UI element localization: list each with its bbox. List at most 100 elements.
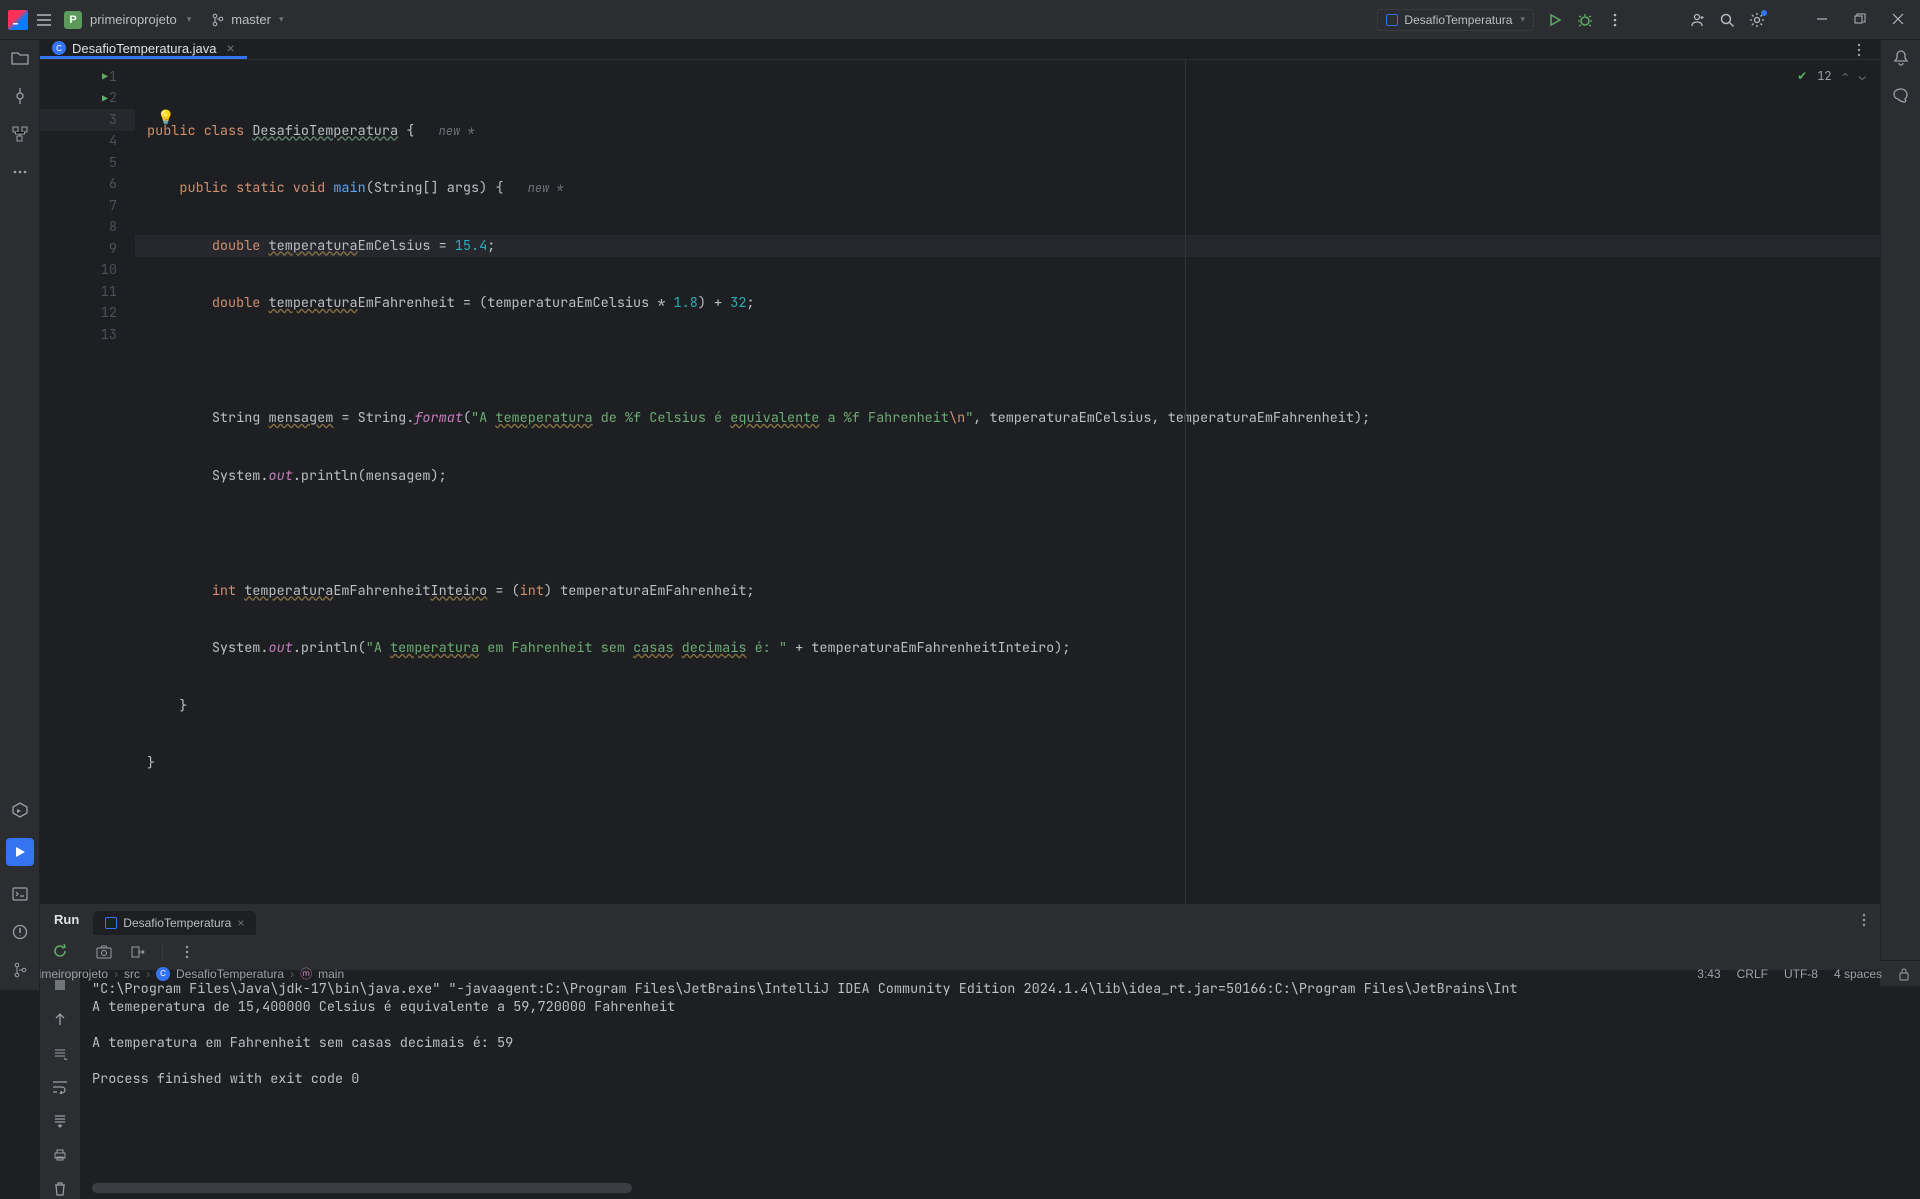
output-line: A temeperatura de 15,400000 Celsius é eq… <box>92 998 675 1016</box>
trash-icon[interactable] <box>50 1179 70 1199</box>
bulb-icon[interactable]: 💡 <box>157 109 174 127</box>
up-arrow-icon[interactable] <box>50 1009 70 1029</box>
left-lower-toolbar <box>0 790 40 990</box>
branch-icon <box>211 13 225 27</box>
titlebar-right: DesafioTemperatura ▾ <box>1377 9 1912 31</box>
right-toolbar <box>1880 40 1920 960</box>
chevron-down-icon: ▾ <box>279 14 284 25</box>
structure-tool-icon[interactable] <box>10 124 30 144</box>
code-line: int temperaturaEmFahrenheitInteiro = (in… <box>135 580 1880 602</box>
horizontal-scrollbar[interactable] <box>92 1183 632 1193</box>
more-icon[interactable] <box>177 942 197 962</box>
run-output[interactable]: "C:\Program Files\Java\jdk-17\bin\java.e… <box>80 970 1880 1199</box>
code-line: double temperaturaEmCelsius = 15.4; <box>135 235 1880 257</box>
run-actions <box>80 935 1880 970</box>
run-tab-name: DesafioTemperatura <box>123 916 231 930</box>
run-config-selector[interactable]: DesafioTemperatura ▾ <box>1377 9 1534 31</box>
line-number: 6 <box>109 175 117 193</box>
run-config-icon <box>1386 14 1398 26</box>
editor-tab[interactable]: C DesafioTemperatura.java × <box>40 40 247 59</box>
code-with-me-icon[interactable] <box>1688 11 1706 29</box>
ide-logo-icon[interactable] <box>8 10 28 30</box>
services-icon[interactable] <box>10 800 30 820</box>
run-button[interactable] <box>1546 11 1564 29</box>
code-line: } <box>135 753 1880 775</box>
line-number: 1 <box>109 68 117 86</box>
settings-icon[interactable] <box>1748 11 1766 29</box>
code-line <box>135 810 1880 832</box>
gutter[interactable]: ▶1 ▶2 3 4 5 6 7 8 9 10 11 12 13 <box>40 60 135 904</box>
wrap-icon[interactable] <box>50 1077 70 1097</box>
output-line: Process finished with exit code 0 <box>92 1070 359 1088</box>
run-body: Run DesafioTemperatura × <box>40 905 1880 1199</box>
line-number: 12 <box>101 304 117 322</box>
line-number: 13 <box>101 326 117 344</box>
project-name[interactable]: primeiroprojeto <box>90 12 177 27</box>
code-line: public class DesafioTemperatura { new * <box>135 120 1880 142</box>
close-button[interactable] <box>1892 13 1906 27</box>
camera-icon[interactable] <box>94 942 114 962</box>
body-area: C DesafioTemperatura.java × ▶1 ▶2 3 4 5 … <box>0 40 1920 960</box>
print-icon[interactable] <box>50 1145 70 1165</box>
output-line: "C:\Program Files\Java\jdk-17\bin\java.e… <box>92 980 1518 998</box>
terminal-icon[interactable] <box>10 884 30 904</box>
code-editor[interactable]: ▶1 ▶2 3 4 5 6 7 8 9 10 11 12 13 💡 public… <box>40 60 1880 904</box>
commit-tool-icon[interactable] <box>10 86 30 106</box>
run-tab-more[interactable] <box>1848 905 1880 935</box>
tab-more-icon[interactable] <box>1850 41 1868 59</box>
code-line <box>135 350 1880 372</box>
line-number: 2 <box>109 89 117 107</box>
search-everywhere-icon[interactable] <box>1718 11 1736 29</box>
inspection-widget[interactable]: ✔ 12 ⌃ ⌄ <box>1797 68 1866 84</box>
chevron-down-icon[interactable]: ▾ <box>187 14 192 25</box>
tab-filename: DesafioTemperatura.java <box>72 41 217 56</box>
right-margin-line <box>1185 60 1186 904</box>
branch-name: master <box>231 12 271 27</box>
run-tool-title[interactable]: Run <box>40 905 93 935</box>
run-tab[interactable]: DesafioTemperatura × <box>93 911 256 935</box>
output-line: A temperatura em Fahrenheit sem casas de… <box>92 1034 513 1052</box>
run-tool-icon[interactable] <box>6 838 34 866</box>
line-number: 7 <box>109 197 117 215</box>
code-line: public static void main(String[] args) {… <box>135 178 1880 200</box>
titlebar: P primeiroprojeto ▾ master ▾ DesafioTemp… <box>0 0 1920 40</box>
debug-button[interactable] <box>1576 11 1594 29</box>
main-menu-button[interactable] <box>36 13 56 27</box>
line-number: 9 <box>109 240 117 258</box>
line-number: 5 <box>109 154 117 172</box>
check-icon: ✔ <box>1797 68 1807 84</box>
problems-icon[interactable] <box>10 922 30 942</box>
scroll-to-end-icon[interactable] <box>50 1111 70 1131</box>
ai-assistant-icon[interactable] <box>1891 86 1911 106</box>
minimize-button[interactable] <box>1816 13 1830 27</box>
code-line: System.out.println("A temperatura em Fah… <box>135 638 1880 660</box>
line-number: 3 <box>109 111 117 129</box>
down-arrows-icon[interactable] <box>50 1043 70 1063</box>
code-line: } <box>135 695 1880 717</box>
line-number: 4 <box>109 132 117 150</box>
java-class-icon: C <box>52 41 66 55</box>
more-tool-icon[interactable] <box>10 162 30 182</box>
rerun-icon[interactable] <box>50 941 70 961</box>
close-tab-icon[interactable]: × <box>237 916 244 930</box>
readonly-lock-icon[interactable] <box>1898 967 1910 981</box>
up-icon[interactable]: ⌃ <box>1842 68 1849 84</box>
close-tab-icon[interactable]: × <box>227 40 235 56</box>
run-gutter-icon[interactable]: ▶ <box>102 70 108 83</box>
more-actions-button[interactable] <box>1606 11 1624 29</box>
down-icon[interactable]: ⌄ <box>1859 68 1866 84</box>
line-number: 11 <box>101 283 117 301</box>
project-tool-icon[interactable] <box>10 48 30 68</box>
line-number: 8 <box>109 218 117 236</box>
tab-actions <box>1838 40 1880 59</box>
maximize-button[interactable] <box>1854 13 1868 27</box>
main-area: C DesafioTemperatura.java × ▶1 ▶2 3 4 5 … <box>40 40 1880 960</box>
run-gutter-icon[interactable]: ▶ <box>102 92 108 105</box>
code-content[interactable]: 💡 public class DesafioTemperatura { new … <box>135 60 1880 904</box>
notifications-icon[interactable] <box>1891 48 1911 68</box>
line-number: 10 <box>101 261 117 279</box>
code-line <box>135 523 1880 545</box>
exit-icon[interactable] <box>128 942 148 962</box>
vcs-tool-icon[interactable] <box>10 960 30 980</box>
vcs-branch[interactable]: master ▾ <box>211 12 283 27</box>
